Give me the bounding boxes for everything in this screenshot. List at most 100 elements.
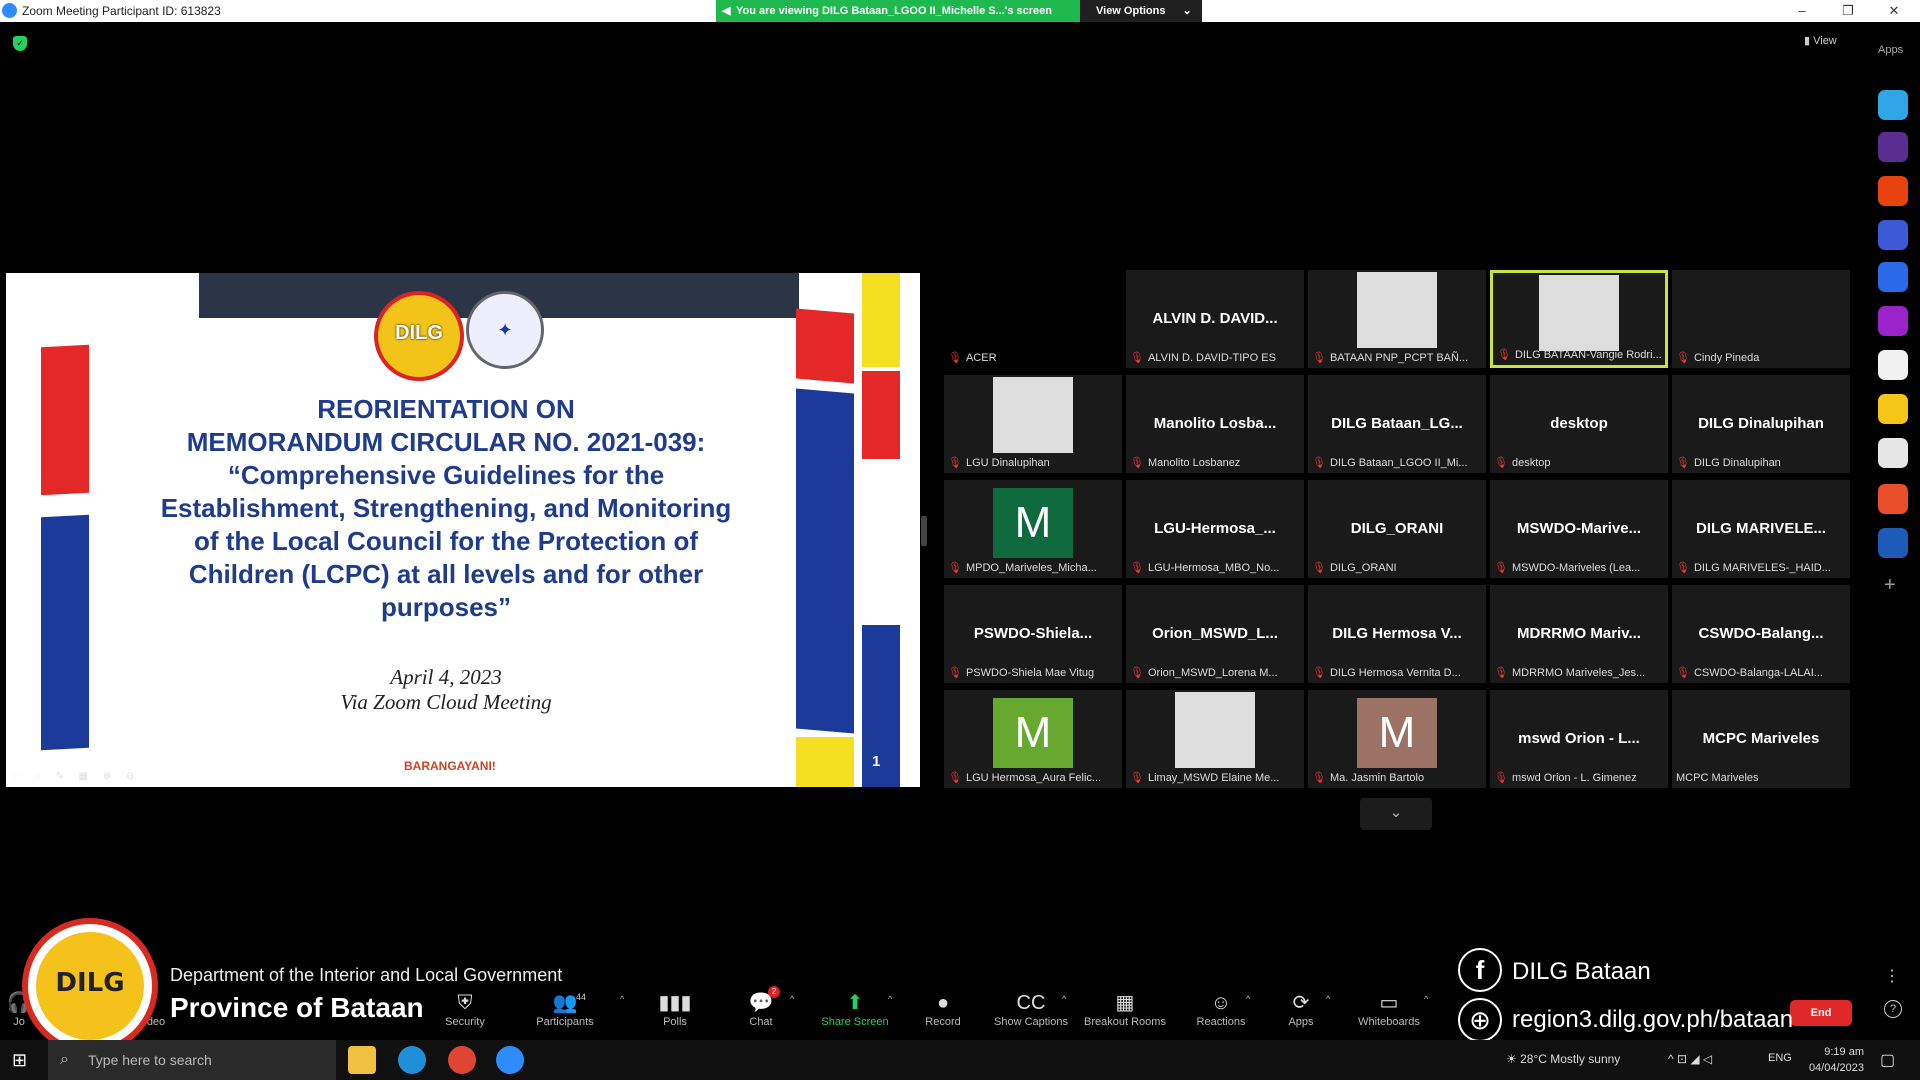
participant-label-text: DILG BATAAN-Vangie Rodri... [1514,349,1661,361]
slide-title-line: REORIENTATION ON [317,394,575,424]
app-icon-1[interactable] [1878,90,1908,120]
view-divider-handle[interactable] [921,516,927,546]
participant-label-text: DILG MARIVELES-_HAID... [1693,562,1831,574]
participant-tile[interactable]: mswd Orion - L... 🎙 mswd Orion - L. Gimene… [1490,690,1668,788]
zoom-app-icon[interactable] [496,1046,524,1074]
restore-button[interactable]: ❐ [1830,0,1866,22]
notification-icon[interactable]: ▢ [1880,1050,1895,1070]
participant-tile[interactable]: DILG MARIVELE... 🎙 DILG MARIVELES-_HAID... [1672,480,1850,578]
dilg-logo: DILG [22,918,158,1054]
close-button[interactable]: ✕ [1876,0,1912,22]
security-button[interactable]: ⛨ Security [420,990,510,1028]
participant-tile[interactable]: M 🎙 LGU Hermosa_Aura Felic... [944,690,1122,788]
edge-browser-icon[interactable] [398,1046,426,1074]
system-tray[interactable]: ^ ⊡ ◢ ◁ [1668,1052,1712,1066]
view-button[interactable]: ▮ View [1804,34,1837,47]
participant-name-label: 🎙 DILG_ORANI [1312,561,1482,574]
view-options-label: View Options [1096,5,1166,17]
app-icon-7[interactable] [1878,350,1908,380]
participant-tile[interactable]: M 🎙 MPDO_Mariveles_Micha... [944,480,1122,578]
apps-button[interactable]: ⟳ Apps [1256,990,1346,1028]
whiteboards-icon: ▭ [1379,992,1399,1014]
chevron-up-icon[interactable]: ^ [1062,994,1066,1004]
participant-tile[interactable]: CSWDO-Balang... 🎙 CSWDO-Balanga-LALAI... [1672,585,1850,683]
file-explorer-icon[interactable] [348,1046,376,1074]
participant-tile[interactable]: LGU-Hermosa_... 🎙 LGU-Hermosa_MBO_No... [1126,480,1304,578]
participant-label-text: BATAAN PNP_PCPT BAÑ... [1329,352,1469,364]
windows-start-icon[interactable]: ⊞ [12,1050,27,1071]
chevron-up-icon[interactable]: ^ [620,994,624,1004]
participant-tile[interactable]: Orion_MSWD_L... 🎙 Orion_MSWD_Lorena M... [1126,585,1304,683]
participant-label-text: DILG Bataan_LGOO II_Mi... [1329,457,1468,469]
participant-tile[interactable]: MDRRMO Mariv... 🎙 MDRRMO Mariveles_Jes... [1490,585,1668,683]
participant-tile[interactable]: MSWDO-Marive... 🎙 MSWDO-Mariveles (Lea... [1490,480,1668,578]
participant-display-name: DILG_ORANI [1350,520,1444,537]
toolbar-label: Whiteboards [1358,1016,1420,1028]
participant-name-label: 🎙 Orion_MSWD_Lorena M... [1130,666,1300,679]
chevron-up-icon[interactable]: ^ [1246,994,1250,1004]
gallery-next-page-button[interactable]: ⌄ [1360,798,1432,830]
app-icon-5[interactable] [1878,262,1908,292]
participant-tile[interactable]: 🎙 LGU Dinalupihan [944,375,1122,473]
weather-widget[interactable]: ☀ 28°C Mostly sunny [1506,1052,1620,1066]
security-shield-icon[interactable]: ✓ [13,36,27,51]
participant-tile[interactable]: DILG Hermosa V... 🎙 DILG Hermosa Vernita D… [1308,585,1486,683]
record-button[interactable]: ● Record [898,990,988,1028]
more-options-icon[interactable]: ⋮ [1884,966,1900,986]
participant-tile[interactable]: MCPC Mariveles MCPC Mariveles [1672,690,1850,788]
reactions-button[interactable]: ☺ Reactions [1176,990,1266,1028]
app-icon-3[interactable] [1878,176,1908,206]
app-icon-2[interactable] [1878,132,1908,162]
help-icon[interactable]: ? [1884,1000,1902,1018]
chevron-up-icon[interactable]: ^ [888,994,892,1004]
muted-mic-icon: 🎙 [1676,352,1690,364]
chevron-up-icon[interactable]: ^ [1326,994,1330,1004]
breakout-rooms-button[interactable]: ▦ Breakout Rooms [1080,990,1170,1028]
participant-tile[interactable]: Manolito Losba... 🎙 Manolito Losbanez [1126,375,1304,473]
website-url: region3.dilg.gov.ph/bataan [1512,1006,1794,1033]
view-options-button[interactable]: View Options ⌄ [1080,0,1202,22]
participant-tile[interactable]: 🎙 ACER [944,270,1122,368]
participant-name-label: 🎙 DILG Bataan_LGOO II_Mi... [1312,456,1482,469]
participant-avatar: M [993,488,1073,558]
participant-tile[interactable]: DILG Dinalupihan 🎙 DILG Dinalupihan [1672,375,1850,473]
app-icon-6[interactable] [1878,306,1908,336]
app-icon-8[interactable] [1878,394,1908,424]
participant-display-name: LGU-Hermosa_... [1154,520,1276,537]
language-indicator[interactable]: ENG [1768,1052,1792,1064]
participant-tile[interactable]: DILG_ORANI 🎙 DILG_ORANI [1308,480,1486,578]
share-screen-button[interactable]: ⬆ Share Screen [810,990,900,1028]
end-button[interactable]: End [1790,1000,1852,1026]
chevron-up-icon[interactable]: ^ [790,994,794,1004]
add-app-icon[interactable]: + [1884,574,1896,597]
minimize-button[interactable]: – [1784,0,1820,22]
slide-tools[interactable]: ◌ ◌ ✎ ▦ ⊕ ⊖ [14,771,140,782]
app-icon-4[interactable] [1878,220,1908,250]
participant-tile[interactable]: 🎙 BATAAN PNP_PCPT BAÑ... [1308,270,1486,368]
app-icon-11[interactable] [1878,528,1908,558]
participant-tile[interactable]: 🎙 Cindy Pineda [1672,270,1850,368]
chevron-up-icon[interactable]: ^ [1424,994,1428,1004]
taskbar-clock[interactable]: 9:19 am 04/04/2023 [1800,1044,1864,1076]
app-icon-9[interactable] [1878,438,1908,468]
participant-tile[interactable]: M 🎙 Ma. Jasmin Bartolo [1308,690,1486,788]
participant-tile[interactable]: PSWDO-Shiela... 🎙 PSWDO-Shiela Mae Vitug [944,585,1122,683]
muted-mic-icon: 🎙 [1494,772,1508,784]
participant-label-text: ALVIN D. DAVID-TIPO ES [1147,352,1276,364]
chrome-browser-icon[interactable] [448,1046,476,1074]
muted-mic-icon: 🎙 [1130,562,1144,574]
participant-label-text: Orion_MSWD_Lorena M... [1147,667,1278,679]
participant-label-text: PSWDO-Shiela Mae Vitug [965,667,1095,679]
participant-tile[interactable]: DILG Bataan_LG... 🎙 DILG Bataan_LGOO II_Mi… [1308,375,1486,473]
taskbar-search[interactable]: ⌕ Type here to search [48,1040,336,1080]
whiteboards-button[interactable]: ▭ Whiteboards [1344,990,1434,1028]
participant-tile[interactable]: desktop 🎙 desktop [1490,375,1668,473]
participant-tile[interactable]: 🎙 DILG BATAAN-Vangie Rodri... [1490,270,1668,368]
participant-tile[interactable]: ALVIN D. DAVID... 🎙 ALVIN D. DAVID-TIPO ES [1126,270,1304,368]
participant-label-text: LGU Dinalupihan [965,457,1050,469]
participant-display-name: desktop [1550,415,1608,432]
app-icon-10[interactable] [1878,484,1908,514]
participants-button[interactable]: 👥 44 Participants [520,990,610,1028]
polls-button[interactable]: ▮▮▮ Polls [630,990,720,1028]
participant-tile[interactable]: 🎙 Limay_MSWD Elaine Me... [1126,690,1304,788]
